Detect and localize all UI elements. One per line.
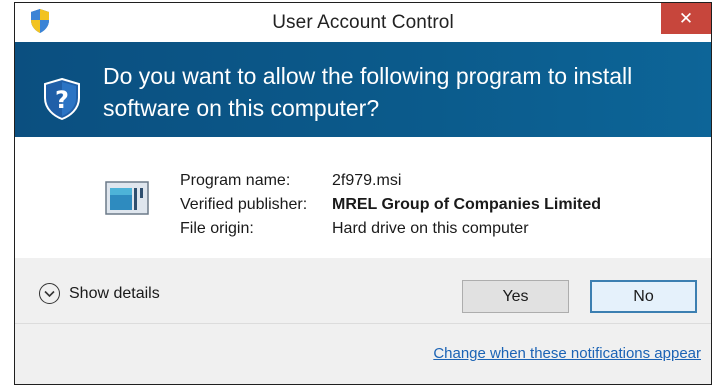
file-origin-label: File origin: (180, 220, 254, 237)
file-origin-value: Hard drive on this computer (332, 220, 529, 237)
uac-question-shield-icon: ? (44, 78, 80, 120)
banner-question: Do you want to allow the following progr… (103, 63, 633, 121)
notification-settings-link[interactable]: Change when these notifications appear (433, 345, 701, 362)
title-bar: User Account Control ✕ (15, 3, 711, 42)
no-button[interactable]: No (590, 280, 697, 313)
publisher-value: MREL Group of Companies Limited (332, 196, 602, 213)
question-banner: ? Do you want to allow the following pro… (15, 42, 711, 137)
show-details-label: Show details (69, 284, 160, 302)
publisher-label: Verified publisher: (180, 196, 308, 213)
program-name-label: Program name: (180, 172, 291, 189)
program-info-panel: Program name: 2f979.msi Verified publish… (15, 137, 711, 258)
installer-program-icon (105, 181, 149, 215)
close-icon: ✕ (678, 8, 694, 29)
svg-text:?: ? (55, 86, 69, 114)
file-origin-row: File origin: Hard drive on this computer (180, 217, 601, 241)
program-name-row: Program name: 2f979.msi (180, 169, 601, 193)
program-details: Program name: 2f979.msi Verified publish… (180, 169, 601, 241)
uac-dialog: User Account Control ✕ ? Do you want to … (14, 2, 712, 385)
close-button[interactable]: ✕ (661, 3, 711, 34)
action-bar: Show details Yes No (15, 258, 711, 313)
footer-divider (15, 323, 711, 324)
publisher-row: Verified publisher: MREL Group of Compan… (180, 193, 601, 217)
chevron-down-icon (39, 283, 60, 304)
yes-button[interactable]: Yes (462, 280, 569, 313)
show-details-toggle[interactable]: Show details (39, 283, 160, 304)
window-title: User Account Control (272, 12, 454, 33)
program-name-value: 2f979.msi (332, 172, 402, 189)
